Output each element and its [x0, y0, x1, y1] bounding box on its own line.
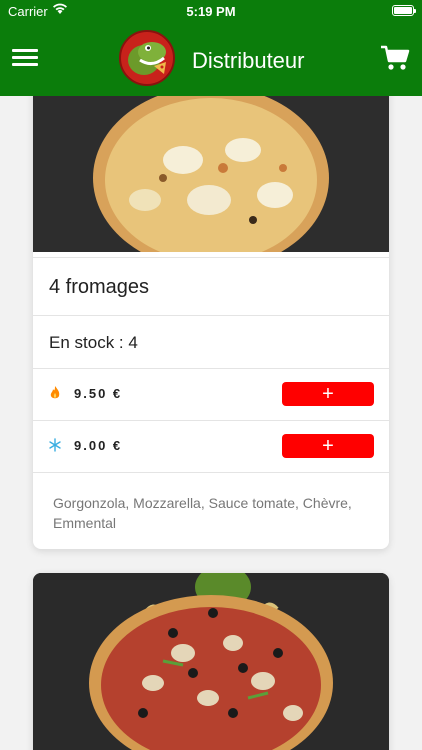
status-bar: Carrier 5:19 PM: [0, 0, 422, 22]
add-cold-button[interactable]: +: [282, 434, 374, 458]
dinosaur-logo: [119, 30, 175, 86]
hamburger-menu-icon[interactable]: [12, 49, 38, 69]
price-row-hot: 9.50 € +: [33, 368, 389, 420]
product-card: [33, 573, 389, 750]
price-row-cold: 9.00 € +: [33, 420, 389, 472]
stock-row: En stock : 4: [33, 315, 389, 368]
description-row: Gorgonzola, Mozzarella, Sauce tomate, Ch…: [33, 472, 389, 549]
top-bar: Carrier 5:19 PM Distributeur: [0, 0, 422, 96]
cart-icon[interactable]: [380, 44, 410, 72]
page-title: Distributeur: [192, 48, 305, 73]
product-name-row: 4 fromages: [33, 257, 389, 315]
pizza-photo: [33, 573, 389, 750]
snowflake-icon: [49, 438, 61, 452]
stock-label: En stock : 4: [49, 333, 138, 352]
add-hot-button[interactable]: +: [282, 382, 374, 406]
product-card: 4 fromages En stock : 4 9.50 € + 9.00 € …: [33, 60, 389, 549]
product-description: Gorgonzola, Mozzarella, Sauce tomate, Ch…: [53, 495, 352, 531]
product-name: 4 fromages: [49, 276, 150, 298]
price-cold: 9.00 €: [74, 438, 123, 453]
price-hot: 9.50 €: [74, 386, 123, 401]
status-time: 5:19 PM: [186, 4, 236, 19]
flame-icon: [50, 386, 60, 399]
battery-icon: [392, 5, 416, 16]
